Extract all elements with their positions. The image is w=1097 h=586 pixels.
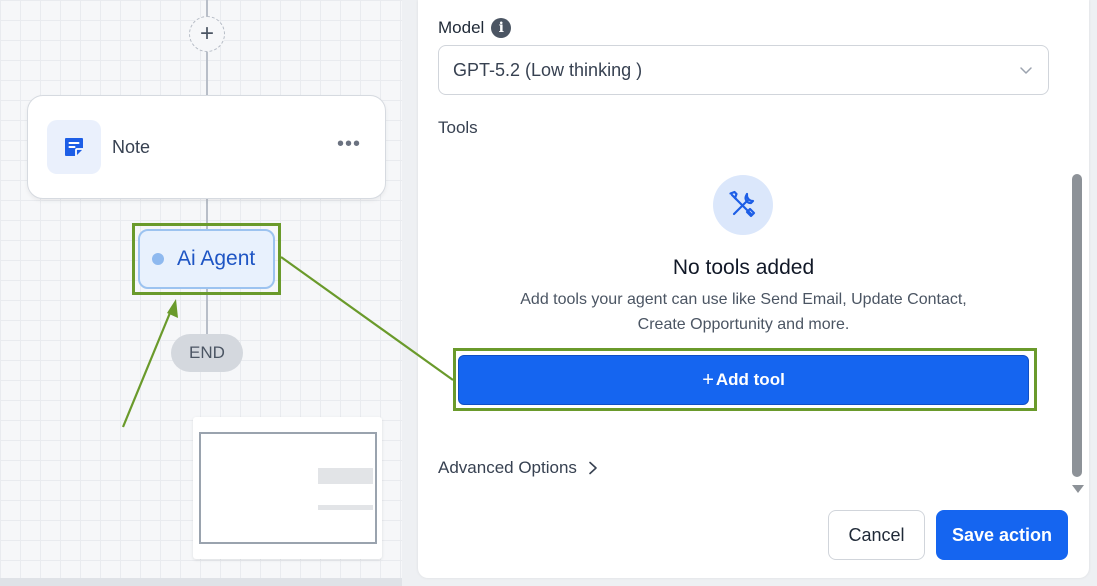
scrollbar-thumb[interactable] [1072, 174, 1082, 477]
canvas-scrollbar [0, 578, 402, 586]
note-node-label: Note [112, 137, 151, 157]
add-tool-button-label: Add tool [715, 370, 785, 389]
model-select-value: GPT-5.2 (Low thinking ) [453, 59, 643, 80]
more-options-icon[interactable]: ••• [337, 134, 361, 154]
ai-agent-node[interactable]: Ai Agent [138, 229, 275, 289]
minimap-node-preview [318, 505, 373, 510]
advanced-options-label: Advanced Options [438, 458, 577, 477]
plus-icon: + [702, 368, 714, 391]
model-select[interactable]: GPT-5.2 (Low thinking ) [438, 45, 1049, 95]
scroll-down-arrow-icon[interactable] [1072, 485, 1084, 493]
model-label: Model [438, 18, 485, 37]
connector-line [206, 52, 208, 95]
add-tool-button[interactable]: + Add tool [458, 355, 1029, 405]
note-icon [47, 120, 101, 174]
save-action-button[interactable]: Save action [936, 510, 1068, 560]
workflow-canvas[interactable]: + Note ••• Ai Agent END [0, 0, 402, 578]
info-icon[interactable]: i [491, 18, 512, 38]
chevron-down-icon [1020, 67, 1032, 74]
minimap-viewport[interactable] [199, 432, 377, 544]
connector-line [206, 0, 208, 16]
minimap-node-preview [318, 468, 373, 484]
model-label-row: Model i [438, 18, 512, 38]
connector-line [206, 289, 208, 334]
ai-agent-node-label: Ai Agent [177, 247, 256, 270]
empty-state-description: Add tools your agent can use like Send E… [520, 291, 967, 333]
tools-label: Tools [438, 118, 478, 137]
cancel-button[interactable]: Cancel [828, 510, 925, 560]
note-node[interactable]: Note ••• [27, 95, 386, 199]
advanced-options-toggle[interactable]: Advanced Options [438, 458, 599, 478]
end-node: END [171, 334, 243, 372]
status-dot [152, 253, 164, 265]
chevron-right-icon [589, 461, 597, 475]
add-step-button[interactable]: + [189, 16, 225, 52]
action-settings-panel: Model i GPT-5.2 (Low thinking ) Tools No… [418, 0, 1089, 578]
minimap[interactable] [193, 417, 382, 559]
tools-icon [713, 175, 773, 235]
empty-state-title: No tools added [672, 256, 815, 279]
